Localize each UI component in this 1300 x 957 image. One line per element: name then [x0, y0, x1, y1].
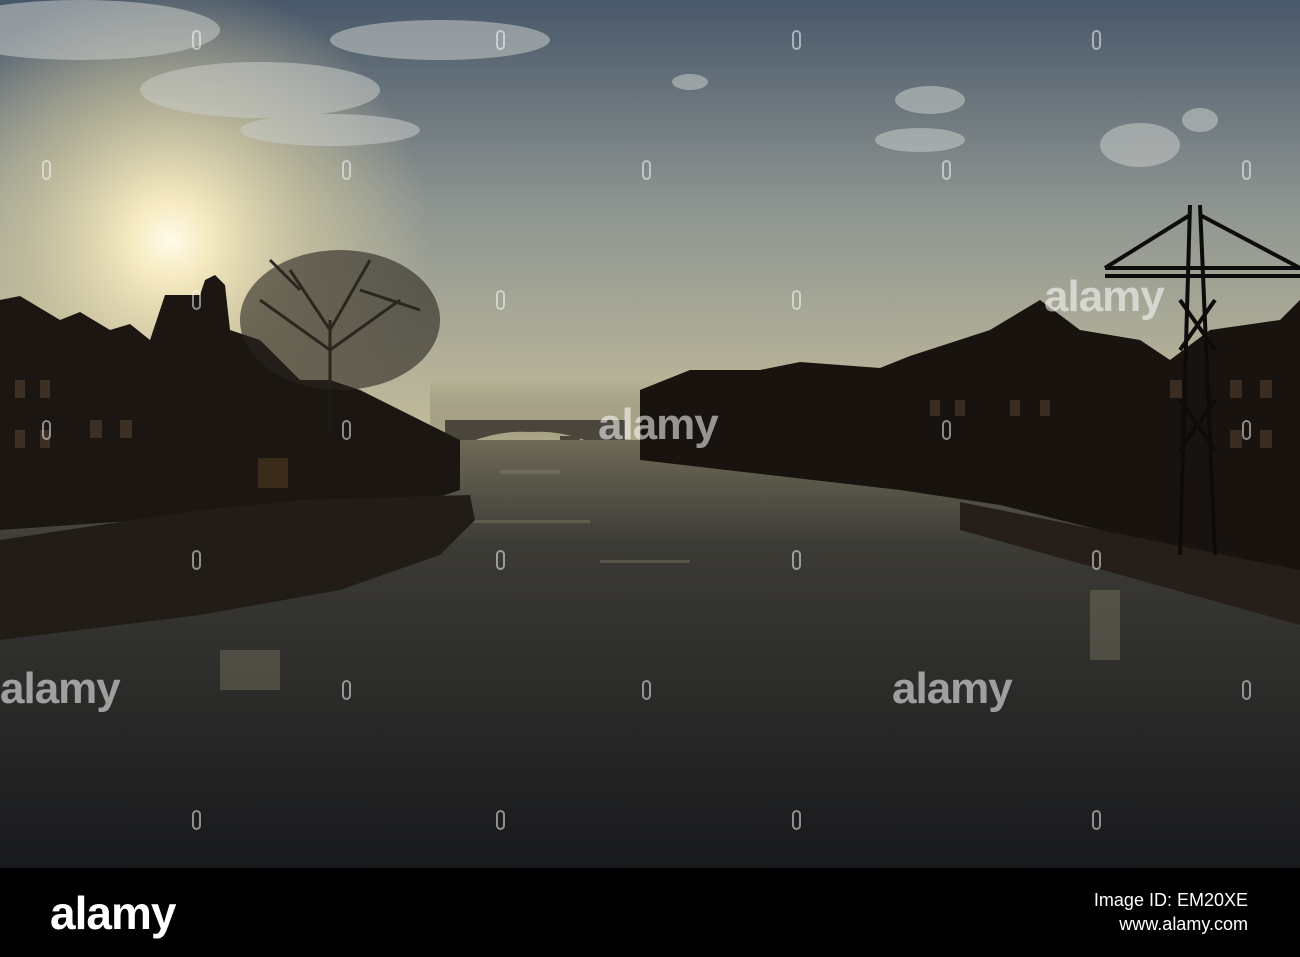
watermark-text-center: alamy	[598, 400, 719, 449]
watermark-text-left: alamy	[0, 664, 121, 713]
watermark-mark	[342, 680, 351, 700]
watermark-mark	[792, 30, 801, 50]
watermark-mark	[1092, 550, 1101, 570]
watermark-mark	[496, 810, 505, 830]
footer-bar: alamy Image ID: EM20XE www.alamy.com	[0, 868, 1300, 957]
watermark-mark	[1092, 30, 1101, 50]
watermark-mark	[342, 420, 351, 440]
watermark-mark	[942, 420, 951, 440]
watermark-mark	[496, 550, 505, 570]
tree-canopy	[240, 250, 440, 390]
watermark-mark	[192, 290, 201, 310]
watermark-mark	[42, 160, 51, 180]
watermark-mark	[1242, 680, 1251, 700]
watermark-mark	[496, 290, 505, 310]
watermark-mark	[496, 30, 505, 50]
watermark-mark	[942, 160, 951, 180]
watermark-mark	[342, 160, 351, 180]
watermark-mark	[192, 30, 201, 50]
watermark-mark	[192, 550, 201, 570]
watermark-mark	[792, 290, 801, 310]
watermark-mark	[642, 680, 651, 700]
watermark-mark	[192, 810, 201, 830]
watermark-mark	[1242, 160, 1251, 180]
watermark-mark	[792, 550, 801, 570]
watermark-mark	[42, 420, 51, 440]
watermark-mark	[792, 810, 801, 830]
image-id: EM20XE	[1176, 890, 1248, 910]
footer-meta: Image ID: EM20XE www.alamy.com	[1094, 888, 1248, 936]
vehicle	[258, 458, 288, 488]
footer-url: www.alamy.com	[1119, 914, 1248, 934]
footer-logo: alamy	[50, 887, 176, 939]
watermark-text-right-low: alamy	[892, 664, 1013, 713]
watermark-text-right-high: alamy	[1044, 272, 1165, 321]
watermark-mark	[642, 160, 651, 180]
watermark-mark	[1092, 810, 1101, 830]
watermark-mark	[1242, 420, 1251, 440]
image-id-label: Image ID: EM20XE	[1093, 890, 1248, 910]
